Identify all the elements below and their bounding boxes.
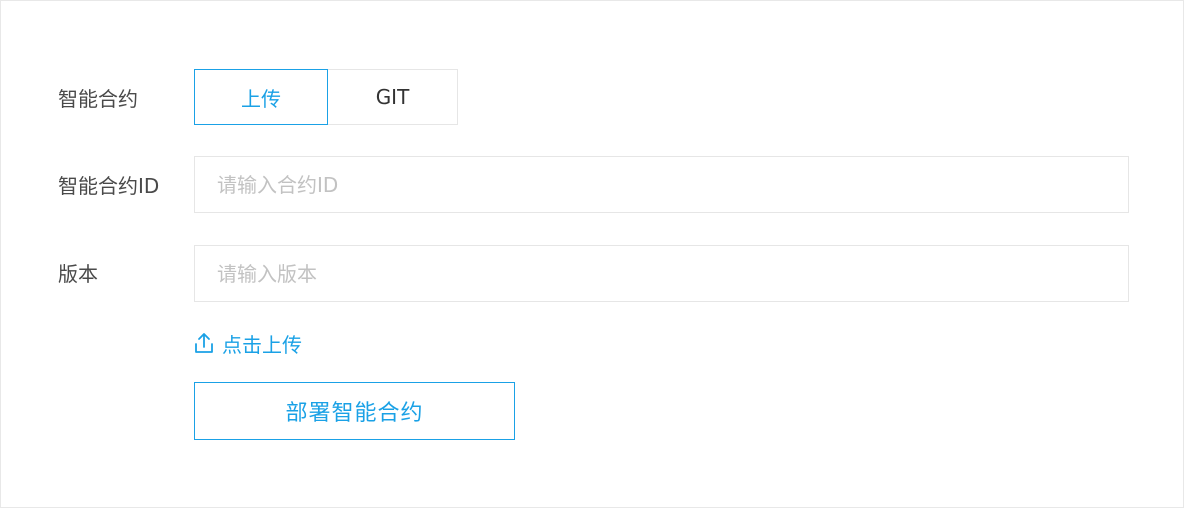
deploy-contract-panel: 智能合约 上传 GIT 智能合约ID 版本 点击上传 部署智能合约 <box>0 0 1184 508</box>
contract-id-label: 智能合约ID <box>58 174 160 198</box>
version-label: 版本 <box>58 262 98 286</box>
upload-tab[interactable]: 上传 <box>194 69 328 125</box>
git-tab[interactable]: GIT <box>327 69 458 125</box>
upload-link-label: 点击上传 <box>222 332 302 357</box>
version-input[interactable] <box>194 245 1129 302</box>
upload-icon <box>194 332 222 354</box>
deploy-contract-button[interactable]: 部署智能合约 <box>194 382 515 440</box>
contract-label: 智能合约 <box>58 87 138 111</box>
contract-id-input[interactable] <box>194 156 1129 213</box>
upload-link[interactable]: 点击上传 <box>194 329 302 357</box>
